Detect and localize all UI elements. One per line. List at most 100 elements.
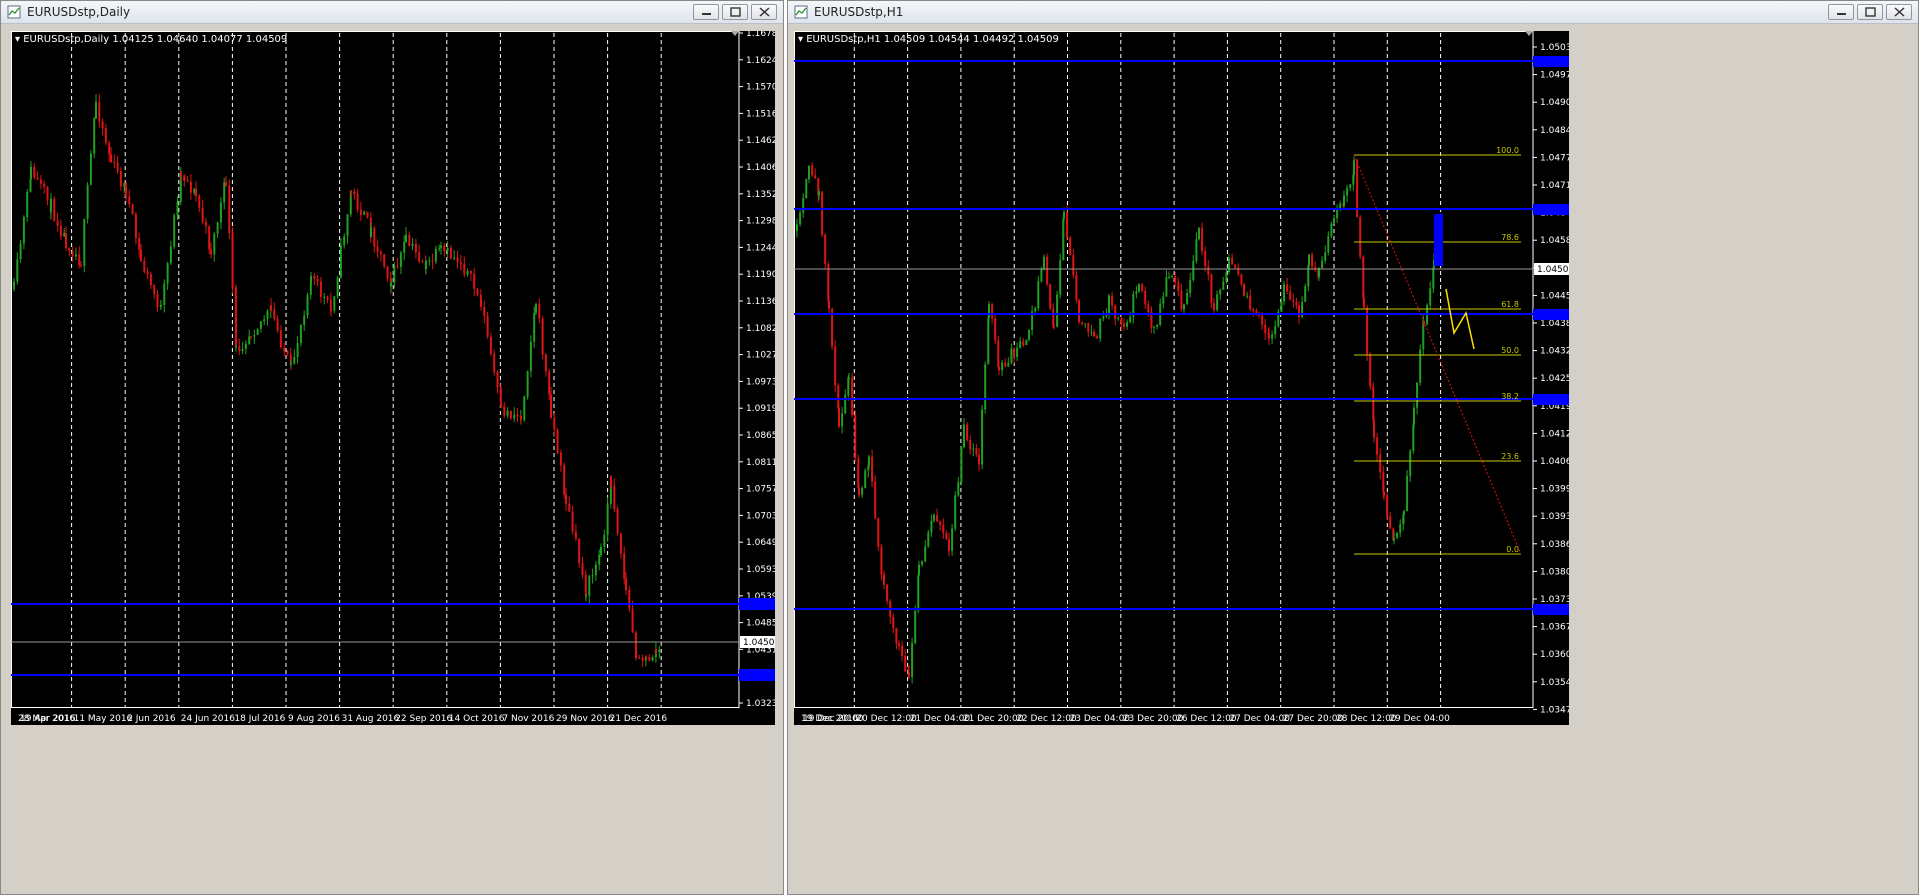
candle-body [857,458,860,488]
candle-body [535,303,537,313]
level-price-tag-upper [1533,204,1569,215]
candle-body [263,319,266,322]
resistance-price-tag [739,598,775,610]
candle-body [198,195,201,208]
candle-body [1144,290,1147,305]
candle-body [336,277,339,297]
candle-body [446,247,449,252]
candle-body [1186,293,1189,305]
candle-body [303,315,306,326]
candle-body [319,281,322,297]
candle-body [588,575,591,596]
price-axis-label: 1.11365 [746,297,775,307]
candle-body [966,424,969,441]
candle-body [998,366,1000,371]
candle-body [425,260,427,270]
window-title: EURUSDstp,Daily [27,5,131,19]
candle-body [1096,336,1099,339]
candle-body [957,482,960,496]
candle-body [1198,228,1200,240]
maximize-button[interactable] [1857,4,1883,20]
candle-body [449,247,452,259]
candle-body [529,341,532,372]
candle-body [1013,348,1015,357]
candle-body [163,283,166,306]
level-price-tag-bottom [1533,604,1569,615]
candle-body [581,563,584,575]
candle-body [1406,475,1409,512]
candle-body [273,309,276,319]
candle-body [1234,264,1237,268]
candle-body [563,465,566,495]
candle-body [571,511,574,532]
candle-body [1225,271,1228,282]
candle-body [376,246,379,252]
maximize-button[interactable] [722,4,748,20]
candle-body [270,305,272,310]
price-axis-label: 1.04855 [746,619,775,629]
candle-body [526,371,529,397]
candle-body [244,343,247,350]
minimize-button[interactable] [693,4,719,20]
daily-chart-area[interactable]: 28 Mar 2016 19 Apr 2016 11 May 2016 2 Jun 2… [11,31,775,725]
candle-body [473,273,476,289]
price-axis-label: 1.03475 [1540,705,1569,715]
h1-chart-area[interactable]: 19 Dec 2016 19 Dec 20:00 20 Dec 12:00 21 De… [794,31,1569,725]
price-axis-label: 1.04580 [1540,236,1569,246]
candle-body [393,265,396,283]
candle-body [960,446,963,483]
candle-body [1156,324,1159,327]
candle-body [506,410,509,416]
candle-body [316,278,319,282]
daily-candlestick-chart[interactable]: 28 Mar 201619 Apr 201611 May 20162 Jun 2… [11,31,775,725]
candle-body [350,190,352,192]
candle-body [125,183,127,197]
candle-body [59,225,62,237]
candle-body [1108,295,1110,315]
candle-body [213,233,216,255]
candle-body [259,321,262,329]
daily-chart-window[interactable]: EURUSDstp,Daily 28 Mar 2016 19 Apr 2016 11… [0,0,784,895]
candle-body [814,175,817,179]
close-button[interactable] [1886,4,1912,20]
candle-body [523,396,526,420]
candle-body [113,162,116,164]
time-axis-label: 19 Apr 2016 [20,714,76,724]
candle-body [1201,228,1204,251]
h1-candlestick-chart[interactable]: 19 Dec 201619 Dec 20:0020 Dec 12:0021 De… [794,31,1569,725]
price-axis-label: 1.04255 [1540,374,1569,384]
price-axis-label: 1.14065 [746,163,775,173]
price-axis-label: 1.09730 [746,377,775,387]
time-axis-label: 21 Dec 04:00 [910,714,971,724]
minimize-button[interactable] [1828,4,1854,20]
candle-body [290,363,292,365]
candle-body [1222,281,1225,290]
candle-body [379,251,382,255]
candle-body [981,409,984,465]
candle-body [296,343,299,357]
candle-body [223,182,226,203]
candle-body [1037,281,1040,309]
candle-body [123,183,126,187]
candle-body [140,249,142,261]
candle-body [948,539,950,551]
fib-level-label: 23.6 [1501,452,1519,461]
h1-chart-window[interactable]: EURUSDstp,H1 19 Dec 2016 19 Dec 20:00 20 D… [787,0,1919,895]
candle-body [1363,298,1365,308]
candle-body [619,533,622,554]
candle-body [183,174,186,181]
candle-body [994,318,997,341]
candle-body [1327,236,1330,253]
candle-body [1180,290,1183,310]
window-titlebar[interactable]: EURUSDstp,Daily [1,1,783,24]
candle-body [1007,362,1010,367]
level-price-tag-top [1533,56,1569,67]
candle-body [1114,305,1117,319]
price-axis-label: 1.16780 [746,31,775,39]
close-button[interactable] [751,4,777,20]
candle-body [1126,322,1129,327]
window-titlebar[interactable]: EURUSDstp,H1 [788,1,1918,24]
candle-body [824,234,827,265]
candle-body [550,394,552,419]
candle-body [503,406,506,416]
